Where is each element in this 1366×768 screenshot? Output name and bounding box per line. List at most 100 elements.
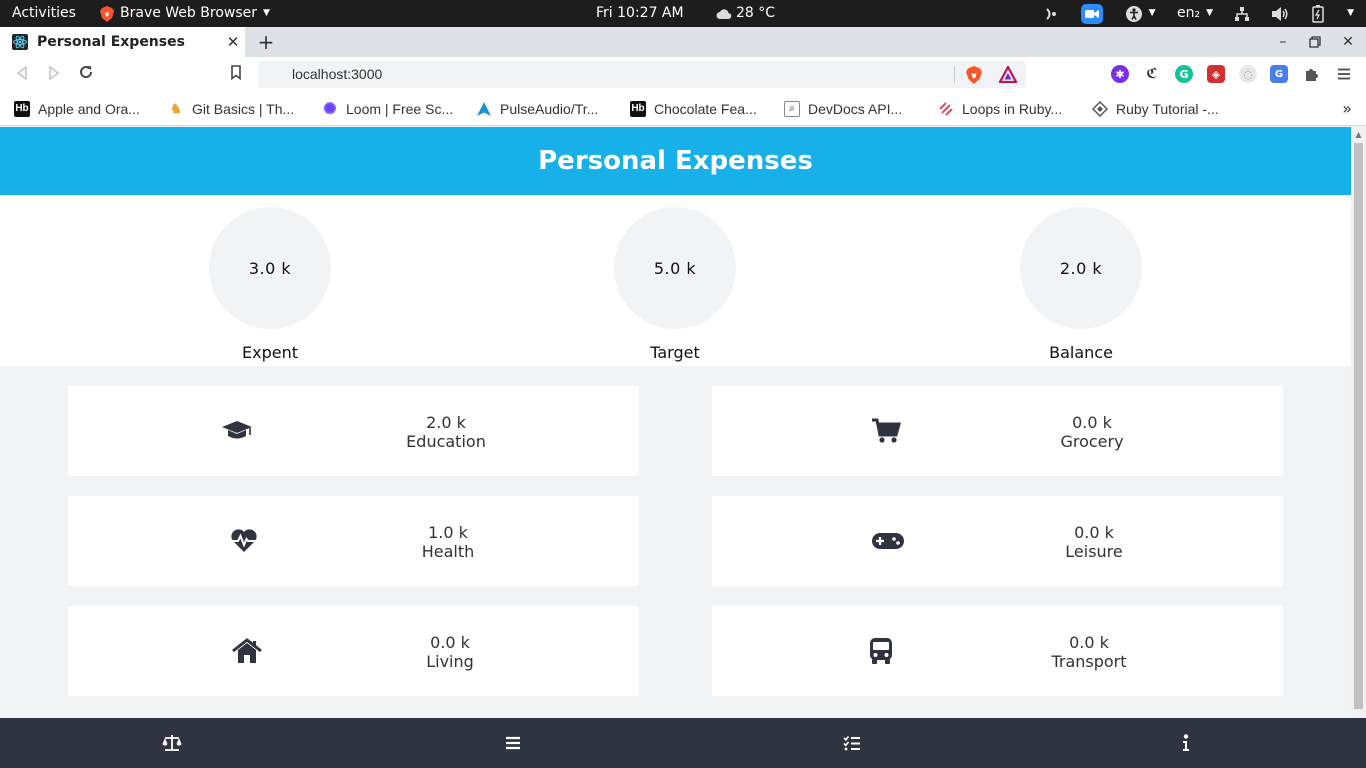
bookmark-item[interactable]: Hb Apple and Ora... <box>14 92 140 125</box>
category-label: Living <box>426 652 474 671</box>
category-text: 2.0 k Education <box>386 413 506 451</box>
category-label: Education <box>406 432 486 451</box>
owl-icon: ♞ <box>170 100 182 116</box>
reload-button[interactable] <box>74 63 98 87</box>
new-tab-button[interactable]: + <box>254 30 278 54</box>
close-window-icon[interactable]: ✕ <box>1333 27 1363 57</box>
battery-icon[interactable] <box>1309 0 1327 27</box>
stat-label: Target <box>650 343 700 362</box>
extension-purple-star-icon[interactable]: ✱ <box>1111 65 1129 83</box>
brave-shields-icon[interactable] <box>966 66 982 88</box>
extension-c-icon[interactable]: ℭ <box>1143 65 1161 83</box>
info-icon[interactable] <box>1176 733 1196 753</box>
devdocs-icon: ⌕ <box>784 100 800 117</box>
category-card-transport[interactable]: 0.0 k Transport <box>712 606 1283 696</box>
forward-button[interactable] <box>42 63 66 87</box>
network-icon[interactable] <box>1233 0 1251 27</box>
screen-reader-icon[interactable] <box>1043 0 1061 27</box>
arch-icon <box>476 101 492 117</box>
chevron-down-icon: ▼ <box>1206 8 1214 18</box>
close-tab-icon[interactable]: ✕ <box>221 33 245 51</box>
extension-red-icon[interactable]: ◈ <box>1207 65 1225 83</box>
category-text: 0.0 k Grocery <box>1032 413 1152 451</box>
bookmark-item[interactable]: ✺ Loom | Free Sc... <box>322 92 453 125</box>
category-card-leisure[interactable]: 0.0 k Leisure <box>712 496 1283 586</box>
hb-icon: Hb <box>630 100 646 117</box>
google-translate-icon[interactable]: G <box>1270 65 1288 83</box>
app-name: Brave Web Browser <box>120 5 257 21</box>
stat-circle: 3.0 k <box>209 207 331 329</box>
back-button[interactable] <box>10 63 34 87</box>
more-bookmarks-icon[interactable]: » <box>1342 92 1352 125</box>
heartbeat-icon <box>227 526 261 556</box>
bookmark-item[interactable]: Loops in Ruby... <box>938 92 1062 125</box>
category-card-grocery[interactable]: 0.0 k Grocery <box>712 386 1283 476</box>
bookmarks-bar: Hb Apple and Ora... ♞ Git Basics | Th...… <box>0 92 1366 126</box>
extension-gray-circle-icon[interactable]: ◌ <box>1239 65 1257 83</box>
restore-window-icon[interactable] <box>1300 27 1330 57</box>
bars-icon[interactable] <box>503 733 523 753</box>
accessibility-icon[interactable]: ▼ <box>1123 0 1157 27</box>
category-label: Grocery <box>1060 432 1124 451</box>
category-value: 0.0 k <box>430 633 470 652</box>
chevron-down-icon: ▼ <box>1148 8 1156 18</box>
tab-strip: Personal Expenses ✕ + – ✕ <box>0 27 1366 57</box>
category-card-living[interactable]: 0.0 k Living <box>68 606 639 696</box>
tasks-icon[interactable] <box>842 733 862 753</box>
language-indicator[interactable]: en₂ ▼ <box>1177 0 1213 27</box>
bookmark-item[interactable]: PulseAudio/Tr... <box>476 92 598 125</box>
cloud-icon <box>716 8 732 19</box>
volume-icon[interactable] <box>1271 0 1289 27</box>
category-value: 0.0 k <box>1072 413 1112 432</box>
system-tray: ▼ en₂ ▼ ▼ <box>1043 0 1354 27</box>
page-scrollbar[interactable]: ▲ <box>1351 127 1366 718</box>
extensions-puzzle-icon[interactable] <box>1303 65 1321 83</box>
address-bar[interactable]: localhost:3000 <box>258 61 1026 88</box>
brave-rewards-icon[interactable] <box>998 64 1018 87</box>
brave-lion-icon <box>100 5 114 22</box>
react-logo-icon <box>12 34 28 50</box>
scrollbar-thumb[interactable] <box>1354 143 1363 709</box>
minimize-window-icon[interactable]: – <box>1268 27 1298 57</box>
bottom-navigation <box>0 718 1366 768</box>
graduation-cap-icon <box>220 416 254 446</box>
stat-target: 5.0 k Target <box>595 207 755 362</box>
bookmark-item[interactable]: ⌕ DevDocs API... <box>784 92 902 125</box>
tab-personal-expenses[interactable]: Personal Expenses ✕ <box>0 27 245 57</box>
browser-menu-icon[interactable] <box>1335 65 1353 83</box>
activities-button[interactable]: Activities <box>12 0 76 27</box>
balance-scale-icon[interactable] <box>162 733 182 753</box>
stat-label: Expent <box>242 343 298 362</box>
omnibox-divider <box>954 66 955 83</box>
app-menu[interactable]: Brave Web Browser ▼ <box>100 0 270 27</box>
category-text: 1.0 k Health <box>388 523 508 561</box>
bookmark-item[interactable]: Ruby Tutorial -... <box>1092 92 1219 125</box>
url-text: localhost:3000 <box>292 66 383 82</box>
system-top-bar: Activities Brave Web Browser ▼ Fri 10:27… <box>0 0 1366 27</box>
category-text: 0.0 k Leisure <box>1034 523 1154 561</box>
hb-icon: Hb <box>14 100 30 117</box>
weather-indicator[interactable]: 28 °C <box>716 0 775 27</box>
clock[interactable]: Fri 10:27 AM <box>596 0 684 27</box>
stat-label: Balance <box>1049 343 1113 362</box>
category-card-health[interactable]: 1.0 k Health <box>68 496 639 586</box>
category-value: 0.0 k <box>1074 523 1114 542</box>
bus-icon <box>864 636 898 666</box>
chevron-down-icon: ▼ <box>263 8 270 18</box>
grammarly-icon[interactable]: G <box>1175 65 1193 83</box>
category-value: 1.0 k <box>428 523 468 542</box>
bookmark-page-button[interactable] <box>224 63 248 87</box>
category-label: Transport <box>1051 652 1127 671</box>
bookmark-item[interactable]: Hb Chocolate Fea... <box>630 92 757 125</box>
stat-balance: 2.0 k Balance <box>1001 207 1161 362</box>
page-viewport: Personal Expenses 3.0 k Expent 5.0 k Tar… <box>0 127 1366 768</box>
zoom-app-icon[interactable] <box>1081 0 1104 27</box>
weather-temp: 28 °C <box>736 5 776 21</box>
category-label: Leisure <box>1065 542 1123 561</box>
bookmark-item[interactable]: ♞ Git Basics | Th... <box>168 92 294 125</box>
power-menu-chevron-icon[interactable]: ▼ <box>1347 0 1354 27</box>
category-card-education[interactable]: 2.0 k Education <box>68 386 639 476</box>
stat-circle: 2.0 k <box>1020 207 1142 329</box>
scroll-up-icon[interactable]: ▲ <box>1351 127 1366 142</box>
category-text: 0.0 k Living <box>390 633 510 671</box>
